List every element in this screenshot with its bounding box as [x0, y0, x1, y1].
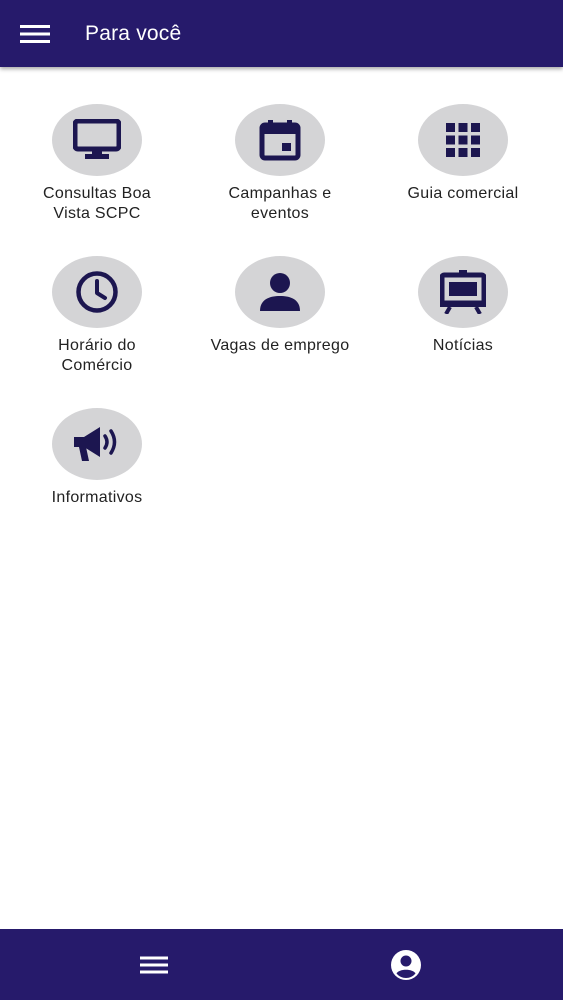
tile-icon-circle — [235, 256, 325, 328]
tile-consultas-boa-vista[interactable]: Consultas Boa Vista SCPC — [7, 104, 187, 224]
tile-informativos[interactable]: Informativos — [7, 408, 187, 508]
tile-label: Guia comercial — [407, 185, 519, 202]
tile-guia-comercial[interactable]: Guia comercial — [373, 104, 553, 204]
tile-label: Consultas Boa Vista SCPC — [43, 185, 151, 222]
hamburger-menu-icon — [140, 956, 168, 973]
tile-icon-circle — [52, 256, 142, 328]
menu-button[interactable] — [0, 0, 70, 67]
monitor-icon — [73, 119, 121, 159]
person-icon — [260, 273, 300, 311]
grid-icon — [446, 123, 480, 157]
tile-horario-comercio[interactable]: Horário do Comércio — [7, 256, 187, 376]
tile-label: Notícias — [432, 337, 494, 354]
tile-icon-circle — [52, 408, 142, 480]
tile-icon-circle — [52, 104, 142, 176]
account-circle-icon — [391, 949, 421, 980]
tile-icon-circle — [235, 104, 325, 176]
presentation-board-icon — [440, 270, 486, 314]
tile-vagas-emprego[interactable]: Vagas de emprego — [190, 256, 370, 356]
bottom-navigation-bar — [0, 929, 563, 1000]
tile-label: Campanhas e eventos — [228, 185, 332, 222]
clock-icon — [76, 271, 118, 313]
tile-noticias[interactable]: Notícias — [373, 256, 553, 356]
tile-label: Informativos — [51, 489, 143, 506]
tile-icon-circle — [418, 104, 508, 176]
megaphone-icon — [74, 427, 117, 461]
app-screen: Para você Consultas Boa Vista SCPC Campa… — [0, 0, 563, 1000]
bottom-account-button[interactable] — [376, 929, 436, 1000]
bottom-menu-button[interactable] — [124, 929, 184, 1000]
tile-label: Vagas de emprego — [210, 337, 350, 354]
top-app-bar: Para você — [0, 0, 563, 67]
tile-label: Horário do Comércio — [58, 337, 136, 374]
calendar-icon — [259, 120, 301, 161]
page-title: Para você — [85, 21, 182, 45]
hamburger-menu-icon — [20, 24, 50, 43]
tile-campanhas-eventos[interactable]: Campanhas e eventos — [190, 104, 370, 224]
tile-icon-circle — [418, 256, 508, 328]
